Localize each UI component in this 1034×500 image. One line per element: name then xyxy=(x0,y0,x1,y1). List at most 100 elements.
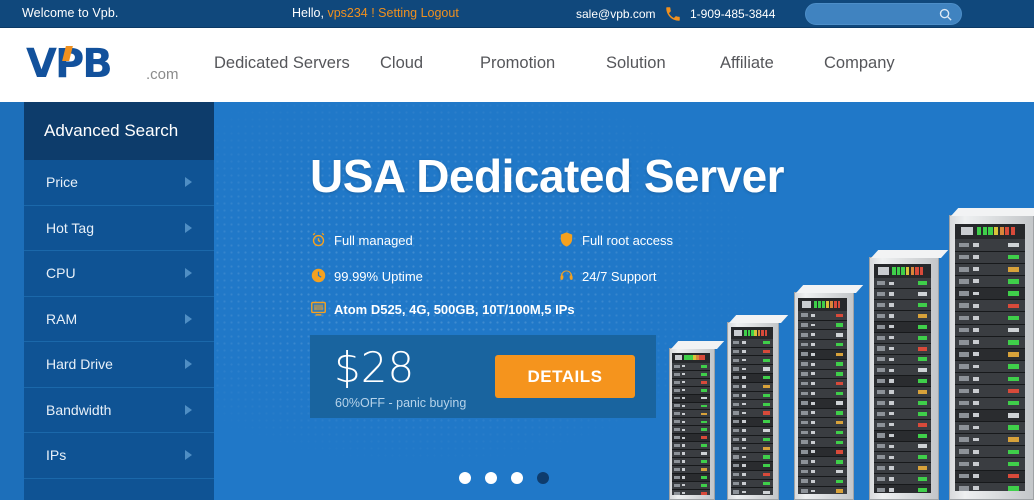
sidebar-item-hot-tag[interactable]: Hot Tag xyxy=(24,206,214,251)
nav-item-affiliate[interactable]: Affiliate xyxy=(720,54,774,73)
rack-server-unit xyxy=(873,332,932,344)
sidebar-item-price[interactable]: Price xyxy=(24,160,214,206)
advanced-search-sidebar: Advanced Search Price Hot Tag CPU RAM Hard D… xyxy=(24,102,214,500)
carousel-dot-1[interactable] xyxy=(459,472,471,484)
server-led xyxy=(700,404,707,408)
rack-server-unit xyxy=(730,373,774,383)
rack-server-unit xyxy=(954,348,1025,362)
rack-server-unit xyxy=(730,365,774,374)
server-led xyxy=(1007,425,1020,430)
details-button[interactable]: DETAILS xyxy=(495,355,635,398)
server-led xyxy=(763,446,770,450)
rack-server-unit xyxy=(873,365,932,377)
server-led xyxy=(835,411,844,415)
server-rack-4 xyxy=(869,250,949,500)
rack-server-unit xyxy=(798,359,848,370)
server-led xyxy=(700,428,707,432)
rack-server-unit xyxy=(873,321,932,333)
spec-text: Atom D525, 4G, 500GB, 10T/100M,5 IPs xyxy=(334,302,575,317)
carousel-dot-2[interactable] xyxy=(485,472,497,484)
phone-icon xyxy=(664,5,682,23)
rack-server-unit xyxy=(873,419,932,431)
server-rack-1 xyxy=(669,341,725,500)
chevron-right-icon xyxy=(185,359,192,369)
rack-top-face xyxy=(671,341,725,349)
rack-server-unit xyxy=(730,391,774,401)
greeting-prefix: Hello, xyxy=(292,6,324,20)
server-led xyxy=(1007,242,1020,248)
welcome-text: Welcome to Vpb. xyxy=(22,6,119,20)
chevron-right-icon xyxy=(185,177,192,187)
server-led xyxy=(917,400,927,405)
logo-domain-suffix: .com xyxy=(146,66,179,83)
rack-server-unit xyxy=(873,354,932,366)
nav-item-promotion[interactable]: Promotion xyxy=(480,54,555,73)
sidebar-item-label: Hot Tag xyxy=(46,219,94,236)
user-account-links[interactable]: vps234 ! Setting Logout xyxy=(327,6,458,20)
server-led xyxy=(917,324,927,329)
server-led xyxy=(1007,461,1020,467)
rack-server-unit xyxy=(672,410,710,419)
server-led xyxy=(1007,473,1020,479)
sidebar-item-bandwidth[interactable]: Bandwidth xyxy=(24,388,214,433)
rack-server-unit xyxy=(672,434,710,443)
rack-server-unit xyxy=(672,362,710,371)
rack-server-unit xyxy=(954,275,1025,289)
clock-icon xyxy=(310,267,327,284)
feature-label: Full managed xyxy=(334,233,413,248)
shield-icon xyxy=(558,231,575,248)
rack-server-unit xyxy=(730,347,774,357)
sidebar-item-hard-drive[interactable]: Hard Drive xyxy=(24,342,214,388)
carousel-dot-3[interactable] xyxy=(511,472,523,484)
search-icon[interactable] xyxy=(938,7,953,22)
nav-item-company[interactable]: Company xyxy=(824,54,895,73)
server-led xyxy=(700,380,707,384)
rack-server-unit xyxy=(873,485,932,493)
site-logo[interactable]: VPB .com xyxy=(26,42,198,88)
server-led xyxy=(1007,437,1020,442)
rack-server-unit xyxy=(672,473,710,482)
nav-item-solution[interactable]: Solution xyxy=(606,54,666,73)
server-led xyxy=(763,367,770,371)
server-led xyxy=(763,402,770,406)
price-panel: $28 60%OFF - panic buying DETAILS xyxy=(310,335,656,418)
server-led xyxy=(917,487,927,492)
nav-item-dedicated-servers[interactable]: Dedicated Servers xyxy=(214,54,350,73)
sidebar-item-ips[interactable]: IPs xyxy=(24,433,214,479)
rack-server-unit xyxy=(954,458,1025,471)
server-led xyxy=(763,437,770,441)
server-led xyxy=(1007,388,1020,394)
server-led xyxy=(1007,303,1020,309)
search-input[interactable] xyxy=(817,5,935,23)
nav-item-cloud[interactable]: Cloud xyxy=(380,54,423,73)
carousel-dot-4[interactable] xyxy=(537,472,549,484)
rack-server-unit xyxy=(672,489,710,496)
rack-server-unit xyxy=(954,300,1025,313)
rack-server-unit xyxy=(730,488,774,495)
rack-server-unit xyxy=(954,421,1025,435)
rack-status-panel xyxy=(672,352,710,363)
server-rack-5 xyxy=(949,208,1034,500)
search-box[interactable] xyxy=(805,3,962,25)
server-led xyxy=(700,460,707,463)
server-led xyxy=(1007,327,1020,333)
rack-server-unit xyxy=(672,418,710,427)
sidebar-item-cpu[interactable]: CPU xyxy=(24,251,214,297)
rack-server-unit xyxy=(672,466,710,474)
rack-server-unit xyxy=(954,324,1025,337)
site-header: VPB .com Dedicated Servers Cloud Promotion… xyxy=(0,28,1034,102)
server-led xyxy=(917,379,927,384)
chevron-right-icon xyxy=(185,268,192,278)
server-led xyxy=(835,430,844,435)
sidebar-item-ram[interactable]: RAM xyxy=(24,297,214,342)
server-led xyxy=(763,411,770,415)
contact-phone[interactable]: 1-909-485-3844 xyxy=(690,7,775,21)
server-led xyxy=(835,469,844,474)
chevron-right-icon xyxy=(185,404,192,415)
rack-server-stack xyxy=(798,298,848,494)
contact-email[interactable]: sale@vpb.com xyxy=(576,7,656,21)
server-led xyxy=(835,342,844,347)
rack-server-unit xyxy=(873,300,932,312)
rack-server-unit xyxy=(798,476,848,487)
user-greeting: Hello, vps234 ! Setting Logout xyxy=(292,6,459,20)
